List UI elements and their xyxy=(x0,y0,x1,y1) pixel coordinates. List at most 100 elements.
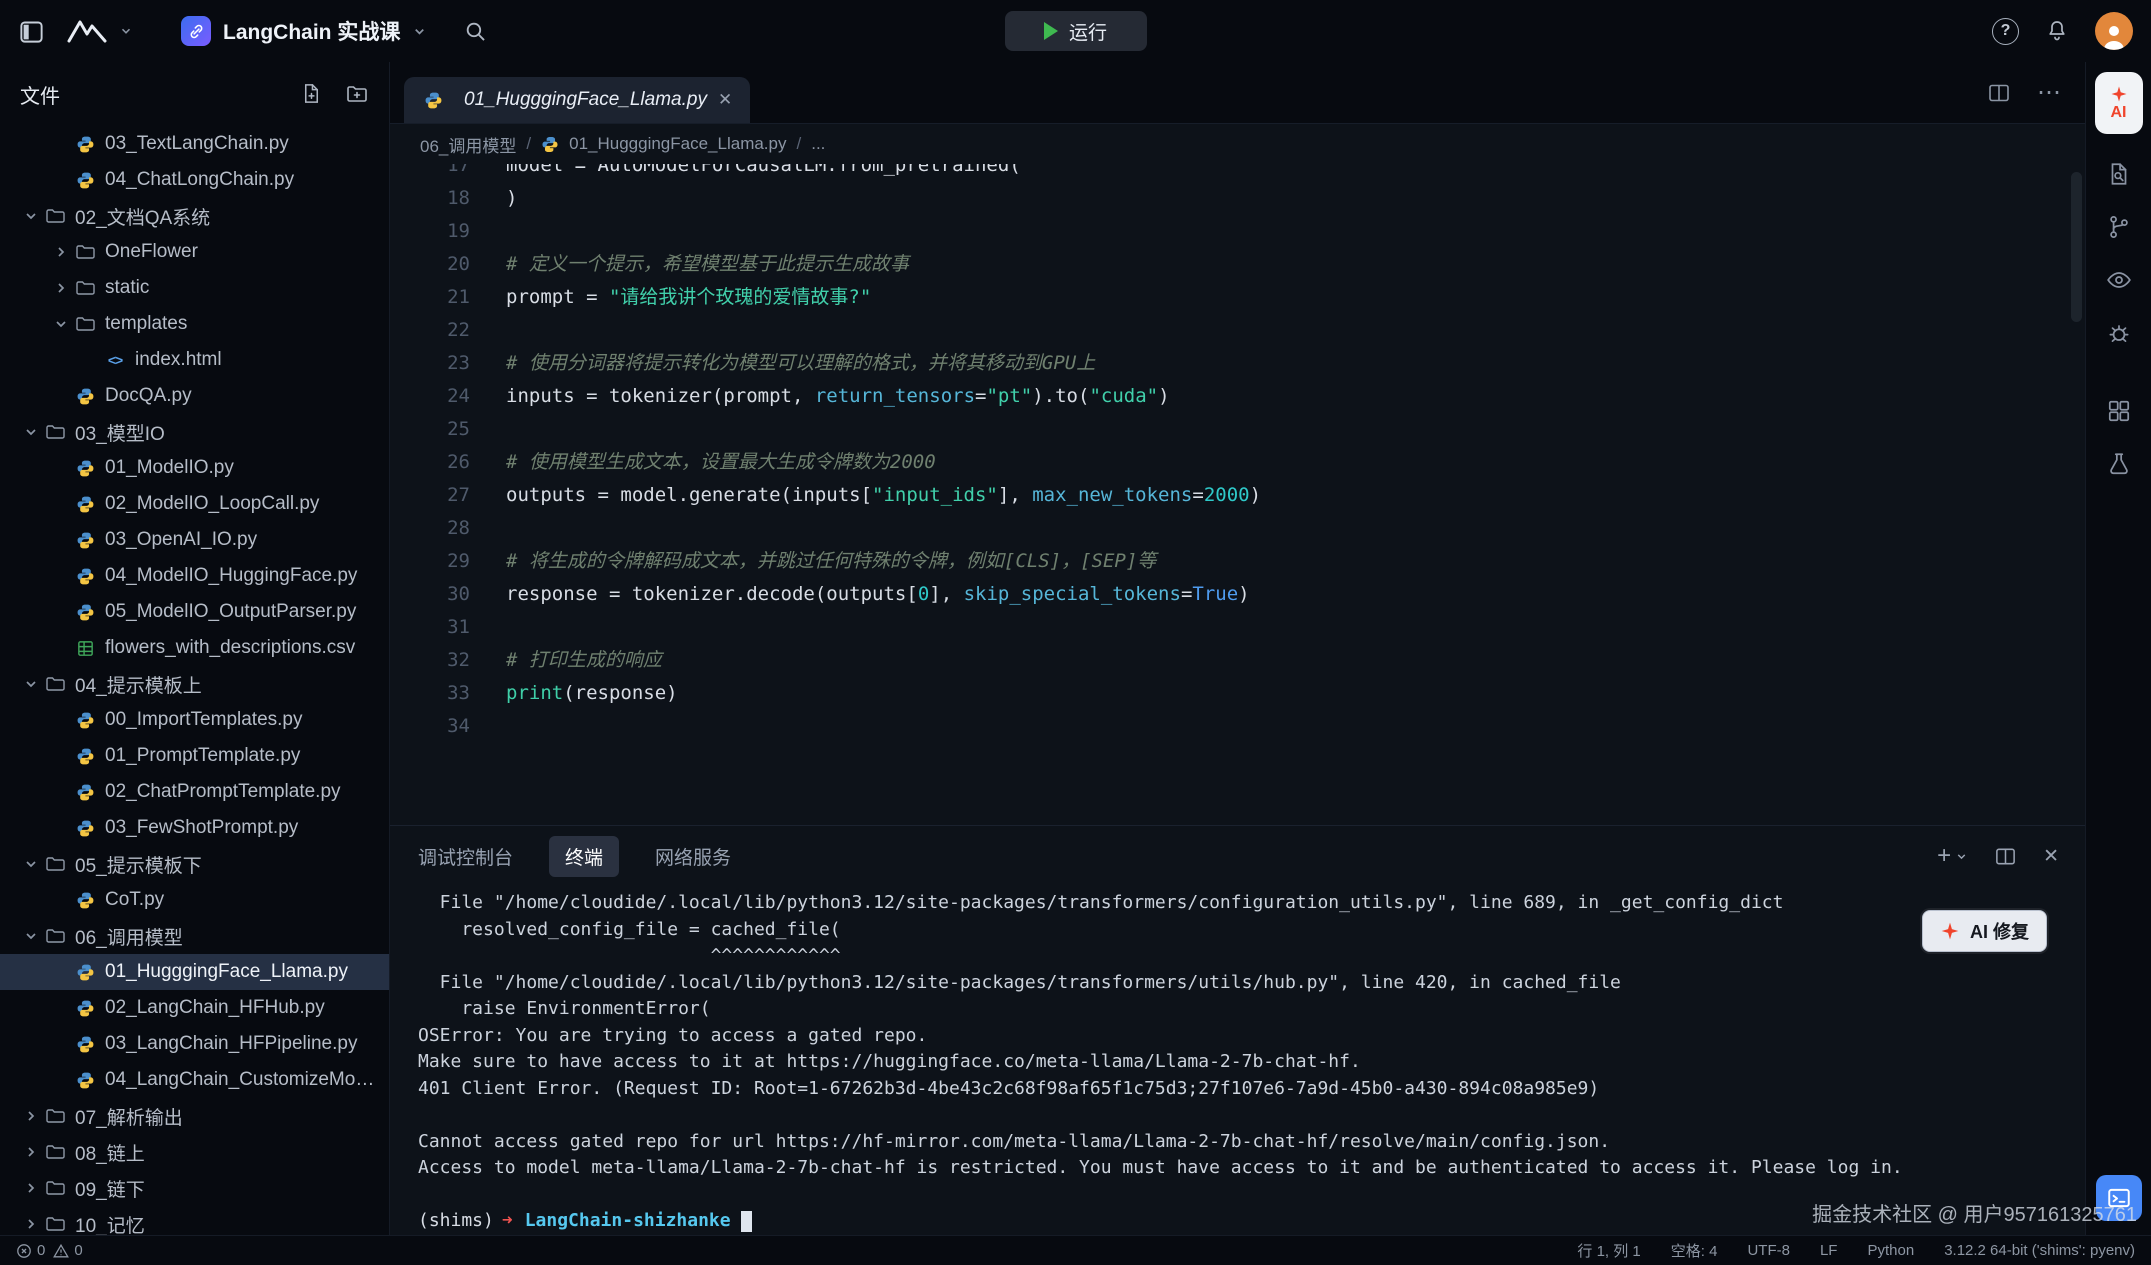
chevron-right-icon[interactable] xyxy=(18,1180,44,1196)
folder-icon xyxy=(74,313,96,335)
tree-folder[interactable]: 04_提示模板上 xyxy=(0,666,389,702)
eol[interactable]: LF xyxy=(1820,1242,1838,1259)
split-editor-icon[interactable] xyxy=(1987,81,2011,105)
breadcrumb-file[interactable]: 01_HugggingFace_Llama.py xyxy=(569,134,786,154)
code-line: 19 xyxy=(390,215,2085,248)
python-file-icon xyxy=(74,997,96,1019)
panel-tab[interactable]: 网络服务 xyxy=(655,843,731,870)
tree-file[interactable]: 01_HugggingFace_Llama.py xyxy=(0,954,389,990)
tree-file[interactable]: 04_ModelIO_HuggingFace.py xyxy=(0,558,389,594)
tree-file[interactable]: CoT.py xyxy=(0,882,389,918)
tree-file[interactable]: 02_ModelIO_LoopCall.py xyxy=(0,486,389,522)
tree-file[interactable]: 02_LangChain_HFHub.py xyxy=(0,990,389,1026)
file-label: 04_ChatLongChain.py xyxy=(105,169,304,191)
problems-errors[interactable]: 0 xyxy=(16,1242,45,1259)
tree-file[interactable]: 01_PromptTemplate.py xyxy=(0,738,389,774)
tree-file[interactable]: 04_LangChain_CustomizeMod... xyxy=(0,1062,389,1098)
git-branch-icon[interactable] xyxy=(2106,214,2132,240)
panel-new-icon[interactable]: + xyxy=(1937,842,1968,870)
search-icon[interactable] xyxy=(463,19,488,44)
tree-folder[interactable]: 05_提示模板下 xyxy=(0,846,389,882)
tree-file[interactable]: 03_TextLangChain.py xyxy=(0,126,389,162)
editor-tab-active[interactable]: 01_HugggingFace_Llama.py ✕ xyxy=(404,77,750,123)
tree-file[interactable]: 03_FewShotPrompt.py xyxy=(0,810,389,846)
panel-tab-active[interactable]: 终端 xyxy=(549,836,619,877)
chevron-right-icon[interactable] xyxy=(48,280,74,296)
terminal-line: raise EnvironmentError( xyxy=(418,996,2085,1023)
chevron-down-icon[interactable] xyxy=(18,424,44,440)
panel-close-icon[interactable]: ✕ xyxy=(2043,845,2059,868)
tree-folder[interactable]: 07_解析输出 xyxy=(0,1098,389,1134)
encoding[interactable]: UTF-8 xyxy=(1747,1242,1790,1259)
new-folder-icon[interactable] xyxy=(345,82,369,106)
tree-folder[interactable]: 06_调用模型 xyxy=(0,918,389,954)
tree-file[interactable]: flowers_with_descriptions.csv xyxy=(0,630,389,666)
more-actions-icon[interactable]: ⋯ xyxy=(2037,88,2063,98)
tree-folder[interactable]: static xyxy=(0,270,389,306)
new-file-icon[interactable] xyxy=(300,82,323,106)
help-icon[interactable]: ? xyxy=(1992,18,2019,45)
run-button[interactable]: 运行 xyxy=(1005,11,1147,51)
tree-file[interactable]: 05_ModelIO_OutputParser.py xyxy=(0,594,389,630)
tree-folder[interactable]: OneFlower xyxy=(0,234,389,270)
tests-icon[interactable] xyxy=(2106,451,2132,477)
project-switcher[interactable]: LangChain 实战课 xyxy=(181,16,427,46)
tree-file[interactable]: <>index.html xyxy=(0,342,389,378)
file-label: 00_ImportTemplates.py xyxy=(105,709,313,731)
tree-file[interactable]: DocQA.py xyxy=(0,378,389,414)
debug-icon[interactable] xyxy=(2106,320,2132,346)
language-mode[interactable]: Python xyxy=(1867,1242,1914,1259)
folder-icon xyxy=(44,925,66,947)
tab-close-icon[interactable]: ✕ xyxy=(718,90,732,110)
chevron-right-icon[interactable] xyxy=(18,1144,44,1160)
tree-folder[interactable]: 02_文档QA系统 xyxy=(0,198,389,234)
cursor-position[interactable]: 行 1, 列 1 xyxy=(1577,1240,1640,1261)
file-label: 08_链上 xyxy=(75,1139,155,1166)
app-logo[interactable] xyxy=(65,17,133,45)
code-line: 34 xyxy=(390,710,2085,743)
chevron-right-icon[interactable] xyxy=(18,1216,44,1232)
extensions-icon[interactable] xyxy=(2106,398,2132,424)
chevron-down-icon[interactable] xyxy=(48,316,74,332)
preview-icon[interactable] xyxy=(2106,267,2132,293)
tree-folder[interactable]: 09_链下 xyxy=(0,1170,389,1206)
tree-folder[interactable]: templates xyxy=(0,306,389,342)
tree-file[interactable]: 01_ModelIO.py xyxy=(0,450,389,486)
tree-folder[interactable]: 08_链上 xyxy=(0,1134,389,1170)
panel-split-icon[interactable] xyxy=(1994,845,2017,868)
file-tree: 03_TextLangChain.py 04_ChatLongChain.py 02… xyxy=(0,126,389,1235)
code-line: 32# 打印生成的响应 xyxy=(390,644,2085,677)
avatar[interactable] xyxy=(2095,12,2133,50)
notifications-icon[interactable] xyxy=(2045,19,2069,43)
editor-scrollbar[interactable] xyxy=(2071,172,2082,322)
panel-tab[interactable]: 调试控制台 xyxy=(418,843,513,870)
tree-file[interactable]: 02_ChatPromptTemplate.py xyxy=(0,774,389,810)
breadcrumb-more[interactable]: ... xyxy=(811,134,825,154)
folder-icon xyxy=(44,1141,66,1163)
chevron-down-icon[interactable] xyxy=(18,928,44,944)
problems-warnings[interactable]: 0 xyxy=(53,1242,82,1259)
tree-folder[interactable]: 03_模型IO xyxy=(0,414,389,450)
chevron-down-icon[interactable] xyxy=(18,676,44,692)
chevron-down-icon[interactable] xyxy=(18,856,44,872)
tree-folder[interactable]: 10_记忆 xyxy=(0,1206,389,1235)
code-editor[interactable]: 17model = AutoModelForCausalLM.from_pret… xyxy=(390,164,2085,825)
python-file-icon xyxy=(74,1069,96,1091)
tree-file[interactable]: 04_ChatLongChain.py xyxy=(0,162,389,198)
terminal[interactable]: File "/home/cloudide/.local/lib/python3.… xyxy=(390,886,2085,1235)
interpreter[interactable]: 3.12.2 64-bit ('shims': pyenv) xyxy=(1944,1242,2135,1259)
tree-file[interactable]: 03_OpenAI_IO.py xyxy=(0,522,389,558)
chevron-right-icon[interactable] xyxy=(48,244,74,260)
chevron-right-icon[interactable] xyxy=(18,1108,44,1124)
ai-assistant-button[interactable]: AI xyxy=(2095,72,2143,134)
prompt-arrow: ➜ xyxy=(502,1208,513,1235)
breadcrumb-folder[interactable]: 06_调用模型 xyxy=(420,132,516,157)
sidebar-toggle-icon[interactable] xyxy=(18,18,45,45)
indent-setting[interactable]: 空格: 4 xyxy=(1671,1240,1718,1261)
tree-file[interactable]: 03_LangChain_HFPipeline.py xyxy=(0,1026,389,1062)
file-label: 03_OpenAI_IO.py xyxy=(105,529,267,551)
file-search-icon[interactable] xyxy=(2106,161,2132,187)
chevron-down-icon[interactable] xyxy=(18,208,44,224)
ai-fix-button[interactable]: AI 修复 xyxy=(1922,910,2047,952)
tree-file[interactable]: 00_ImportTemplates.py xyxy=(0,702,389,738)
